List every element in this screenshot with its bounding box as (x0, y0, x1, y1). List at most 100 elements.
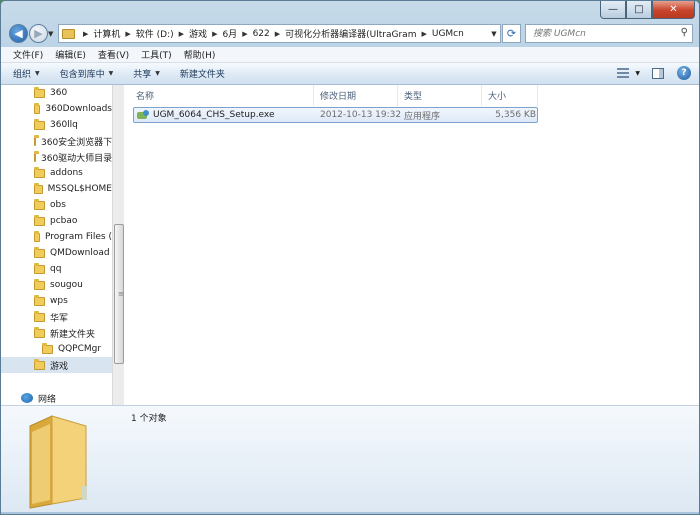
tree-item-huajun[interactable]: 华军 (1, 309, 112, 325)
folder-icon (42, 342, 53, 354)
item-count: 1 个对象 (131, 414, 167, 424)
tree-item-360llq[interactable]: 360llq (1, 117, 112, 133)
file-modified: 2012-10-13 19:32 (320, 110, 402, 120)
minimize-button[interactable]: — (600, 1, 626, 19)
chevron-down-icon[interactable]: ▼ (488, 30, 500, 38)
preview-pane-icon[interactable] (652, 67, 664, 79)
recent-pages-dropdown[interactable]: ▼ (48, 30, 53, 38)
details-pane: 1 个对象 (1, 405, 699, 512)
tree-item-360-driver[interactable]: 360驱动大师目录 (1, 149, 112, 165)
maximize-button[interactable]: □ (626, 1, 652, 19)
file-row[interactable]: UGM_6064_CHS_Setup.exe 2012-10-13 19:32 … (133, 107, 538, 123)
tree-item-label: wps (50, 296, 68, 306)
tree-item-label: qq (50, 264, 62, 274)
breadcrumb-separator[interactable]: ▶ (78, 30, 93, 38)
search-icon[interactable]: ⚲ (681, 27, 688, 38)
organize-label: 组织 (13, 70, 32, 80)
search-input[interactable] (526, 25, 674, 42)
grip-icon: ≡ (118, 290, 124, 298)
navigation-pane: 360 360Downloads 360llq 360安全浏览器下 360驱动大… (1, 85, 112, 405)
folder-icon (29, 415, 87, 509)
chevron-down-icon: ▼ (35, 70, 40, 77)
menu-view[interactable]: 查看(V) (92, 48, 135, 61)
folder-icon (34, 278, 45, 290)
address-bar[interactable]: ▶ 计算机 ▶ 软件 (D:) ▶ 游戏 ▶ 6月 ▶ 622 ▶ 可视化分析器编译器(U… (58, 24, 501, 43)
views-icon[interactable] (617, 68, 630, 78)
folder-icon (34, 198, 45, 210)
column-type[interactable]: 类型 (398, 85, 482, 106)
column-size[interactable]: 大小 (482, 85, 538, 106)
menu-edit[interactable]: 编辑(E) (49, 48, 92, 61)
forward-button[interactable]: ▶ (29, 24, 48, 43)
tree-item-label: addons (50, 168, 83, 178)
organize-button[interactable]: 组织 ▼ (13, 67, 40, 80)
include-in-library-button[interactable]: 包含到库中 ▼ (60, 67, 114, 80)
breadcrumb-games[interactable]: 游戏 ▶ (189, 27, 222, 41)
folder-icon (34, 230, 41, 242)
help-icon[interactable]: ? (677, 66, 691, 80)
tree-item-label: QQPCMgr (58, 344, 102, 354)
chevron-down-icon: ▼ (108, 70, 114, 77)
new-folder-button[interactable]: 新建文件夹 (180, 67, 225, 80)
explorer-window: — □ ✕ ◀ ▶ ▼ ▶ 计算机 ▶ 软件 (D:) ▶ 游戏 ▶ 6月 ▶ 622 ▶… (0, 0, 700, 515)
tree-item-new-folder[interactable]: 新建文件夹 (1, 325, 112, 341)
back-button[interactable]: ◀ (9, 24, 28, 43)
folder-icon (62, 28, 75, 39)
tree-item-360[interactable]: 360 (1, 85, 112, 101)
tree-item-label: 360 (50, 88, 68, 98)
folder-icon (34, 326, 45, 338)
tree-item-360downloads[interactable]: 360Downloads (1, 101, 112, 117)
tree-item-label: 网络 (38, 394, 57, 405)
tree-item-program-files[interactable]: Program Files ( (1, 229, 112, 245)
column-name[interactable]: 名称 (130, 85, 314, 106)
tree-item-addons[interactable]: addons (1, 165, 112, 181)
menu-file[interactable]: 文件(F) (7, 48, 49, 61)
tree-item-wps[interactable]: wps (1, 293, 112, 309)
tree-item-games[interactable]: 游戏 (1, 357, 112, 373)
tree-item-qq[interactable]: qq (1, 261, 112, 277)
tree-item-sougou[interactable]: sougou (1, 277, 112, 293)
breadcrumb-june[interactable]: 6月 ▶ (222, 27, 252, 41)
tree-item-label: 360安全浏览器下 (41, 137, 112, 148)
share-label: 共享 (133, 70, 152, 80)
tree-item-label: 360驱动大师目录 (41, 153, 112, 164)
file-size: 5,356 KB (495, 110, 536, 120)
column-date-modified[interactable]: 修改日期 (314, 85, 398, 106)
folder-icon (34, 150, 39, 162)
folder-icon (34, 214, 45, 226)
scroll-thumb[interactable]: ≡ (114, 224, 124, 364)
new-folder-label: 新建文件夹 (179, 70, 225, 80)
breadcrumb-drive-d[interactable]: 软件 (D:) ▶ (136, 27, 189, 41)
search-box: ⚲ (525, 24, 693, 43)
navigation-bar: ◀ ▶ ▼ ▶ 计算机 ▶ 软件 (D:) ▶ 游戏 ▶ 6月 ▶ 622 ▶ 可视化分析… (1, 21, 699, 47)
tree-item-pcbao[interactable]: pcbao (1, 213, 112, 229)
menu-tools[interactable]: 工具(T) (135, 48, 178, 61)
breadcrumb-computer[interactable]: 计算机 ▶ (93, 27, 135, 41)
tree-item-qqpcmgr[interactable]: QQPCMgr (1, 341, 112, 357)
navpane-scrollbar[interactable]: ≡ (112, 85, 124, 405)
breadcrumb-622[interactable]: 622 ▶ (253, 29, 286, 39)
tree-item-360-browser[interactable]: 360安全浏览器下 (1, 133, 112, 149)
folder-icon (34, 166, 45, 178)
tree-item-label: 华军 (50, 313, 69, 324)
tree-item-label: pcbao (50, 216, 78, 226)
tree-item-network[interactable]: 网络 (1, 390, 112, 405)
share-button[interactable]: 共享 ▼ (133, 67, 160, 80)
window-controls: — □ ✕ (600, 1, 695, 19)
folder-icon (34, 262, 45, 274)
installer-icon (137, 110, 149, 120)
tree-item-label: 360llq (50, 120, 78, 130)
tree-item-label: 新建文件夹 (50, 329, 96, 340)
refresh-button[interactable]: ⟳ (502, 24, 521, 43)
arrow-left-icon: ◀ (14, 27, 23, 40)
breadcrumb-ultragram[interactable]: 可视化分析器编译器(UltraGram ▶ (285, 27, 432, 41)
arrow-right-icon: ▶ (34, 27, 43, 40)
breadcrumb-ugmcn[interactable]: UGMcn (432, 29, 464, 39)
close-button[interactable]: ✕ (652, 1, 695, 19)
chevron-down-icon[interactable]: ▼ (635, 70, 640, 77)
menu-help[interactable]: 帮助(H) (178, 48, 222, 61)
tree-item-mssql[interactable]: MSSQL$HOME (1, 181, 112, 197)
tree-item-obs[interactable]: obs (1, 197, 112, 213)
tree-item-qmdownload[interactable]: QMDownload (1, 245, 112, 261)
tree-item-label: QMDownload (50, 248, 110, 258)
